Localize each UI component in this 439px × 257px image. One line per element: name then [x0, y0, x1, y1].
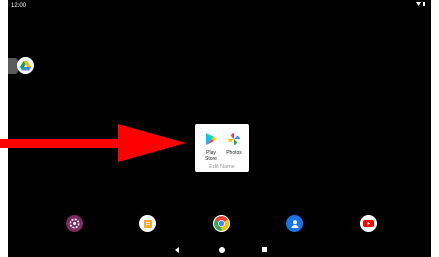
- photos-label: Photos: [226, 150, 242, 156]
- google-drive-shortcut[interactable]: [17, 57, 34, 74]
- chrome-app[interactable]: [213, 215, 230, 232]
- youtube-icon: [363, 220, 374, 227]
- status-bar: 12:00: [8, 0, 431, 12]
- status-time: 12:00: [11, 3, 27, 9]
- folder-name-field[interactable]: Edit Name: [195, 164, 249, 170]
- recents-icon[interactable]: [262, 247, 267, 252]
- settings-app[interactable]: [66, 215, 83, 232]
- play-store-label: Play Store: [205, 150, 217, 162]
- play-store-app[interactable]: Play Store: [200, 132, 222, 162]
- red-arrow-icon: [0, 124, 186, 162]
- back-icon[interactable]: [175, 247, 179, 253]
- photos-icon: [228, 133, 240, 145]
- status-icons: [416, 2, 425, 6]
- notes-app[interactable]: [139, 215, 156, 232]
- navigation-bar: [8, 244, 431, 257]
- wifi-icon: [416, 2, 421, 6]
- home-icon[interactable]: [219, 247, 225, 253]
- battery-icon: [423, 2, 425, 6]
- notes-icon: [143, 219, 152, 228]
- youtube-app[interactable]: [360, 215, 377, 232]
- contacts-icon: [291, 219, 298, 228]
- photos-app[interactable]: Photos: [223, 132, 245, 156]
- play-store-icon: [205, 133, 217, 145]
- app-folder[interactable]: Play Store Photos Edit Name: [195, 124, 249, 172]
- google-drive-icon: [20, 60, 31, 70]
- chrome-icon: [214, 216, 229, 231]
- contacts-app[interactable]: [286, 215, 303, 232]
- settings-icon: [69, 218, 80, 229]
